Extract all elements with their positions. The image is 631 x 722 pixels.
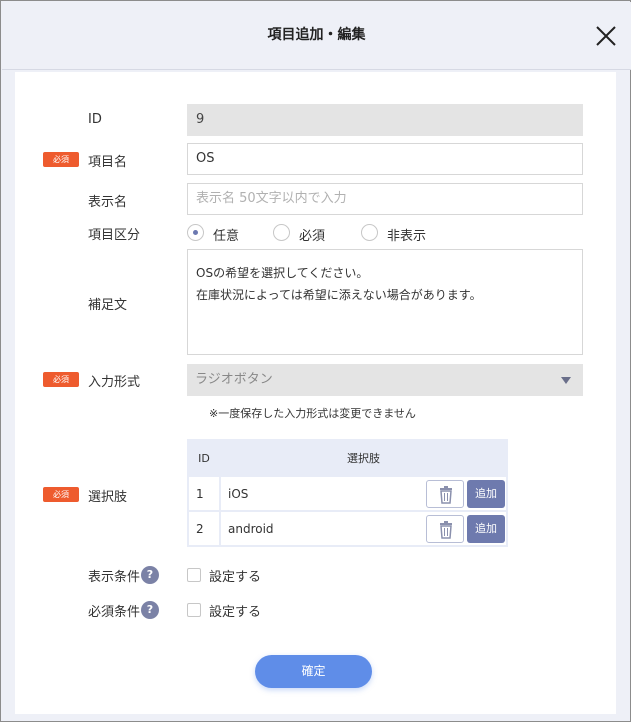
radio-required-label: 必須 [299,229,326,244]
add-choice-button[interactable]: 追加 [467,480,505,508]
display-name-label: 表示名 [88,195,128,210]
trash-icon [440,486,452,504]
help-icon[interactable]: ? [141,566,159,584]
choice-cell: android 追加 [221,512,506,545]
close-icon[interactable] [594,24,618,48]
required-badge: 必須 [43,487,79,502]
radio-hidden-label: 非表示 [387,229,427,244]
choices-header-choice: 選択肢 [221,441,506,475]
choices-header-row: ID 選択肢 [189,441,506,475]
supplement-line: OSの希望を選択してください。 [196,266,369,280]
edit-item-dialog: 項目追加・編集 ID 9 必須 項目名 OS 表示名 表示名 50文字以内で入力… [0,0,631,722]
display-condition-label: 表示条件 [88,570,141,585]
choice-id: 2 [189,512,219,545]
id-label: ID [88,112,102,127]
help-icon[interactable]: ? [141,601,159,619]
dialog-title: 項目追加・編集 [267,27,366,43]
choice-id: 1 [189,477,219,510]
radio-icon[interactable] [273,224,290,241]
choices-header-id: ID [189,441,219,475]
add-choice-button[interactable]: 追加 [467,515,505,543]
radio-optional-label: 任意 [213,229,240,244]
dialog-header: 項目追加・編集 [2,2,631,70]
item-name-input[interactable]: OS [187,143,583,175]
input-format-note: ※一度保存した入力形式は変更できません [209,407,416,420]
choices-label: 選択肢 [88,490,128,505]
delete-choice-button[interactable] [426,480,464,508]
input-format-value: ラジオボタン [195,372,273,387]
table-row: 1 iOS 追加 [189,477,506,510]
input-format-label: 入力形式 [88,375,141,390]
dialog-body: ID 9 必須 項目名 OS 表示名 表示名 50文字以内で入力 項目区分 任意… [15,72,616,714]
input-format-select: ラジオボタン [187,364,583,396]
confirm-button[interactable]: 確定 [255,655,372,688]
chevron-down-icon [561,377,571,384]
display-name-input[interactable]: 表示名 50文字以内で入力 [187,183,583,215]
choice-value[interactable]: android [228,522,274,536]
required-badge: 必須 [43,372,79,387]
delete-choice-button[interactable] [426,515,464,543]
radio-selected-icon[interactable] [187,224,204,241]
supplement-textarea[interactable]: OSの希望を選択してください。 在庫状況によっては希望に添えない場合があります。 [187,249,583,355]
item-type-label: 項目区分 [88,228,141,243]
required-condition-label: 必須条件 [88,605,141,620]
choice-value[interactable]: iOS [228,487,248,501]
trash-icon [440,521,452,539]
display-condition-checkbox-label[interactable]: 設定する [209,566,261,585]
display-condition-checkbox[interactable] [187,568,201,582]
supplement-label: 補足文 [88,298,128,313]
choice-cell: iOS 追加 [221,477,506,510]
radio-icon[interactable] [361,224,378,241]
choices-table: ID 選択肢 1 iOS 追加 2 android 追加 [187,439,508,547]
required-condition-checkbox-label[interactable]: 設定する [209,601,261,620]
supplement-line: 在庫状況によっては希望に添えない場合があります。 [196,288,482,302]
required-badge: 必須 [43,152,79,167]
required-condition-checkbox[interactable] [187,603,201,617]
id-field: 9 [187,104,583,136]
table-row: 2 android 追加 [189,512,506,545]
item-name-label: 項目名 [88,155,128,170]
